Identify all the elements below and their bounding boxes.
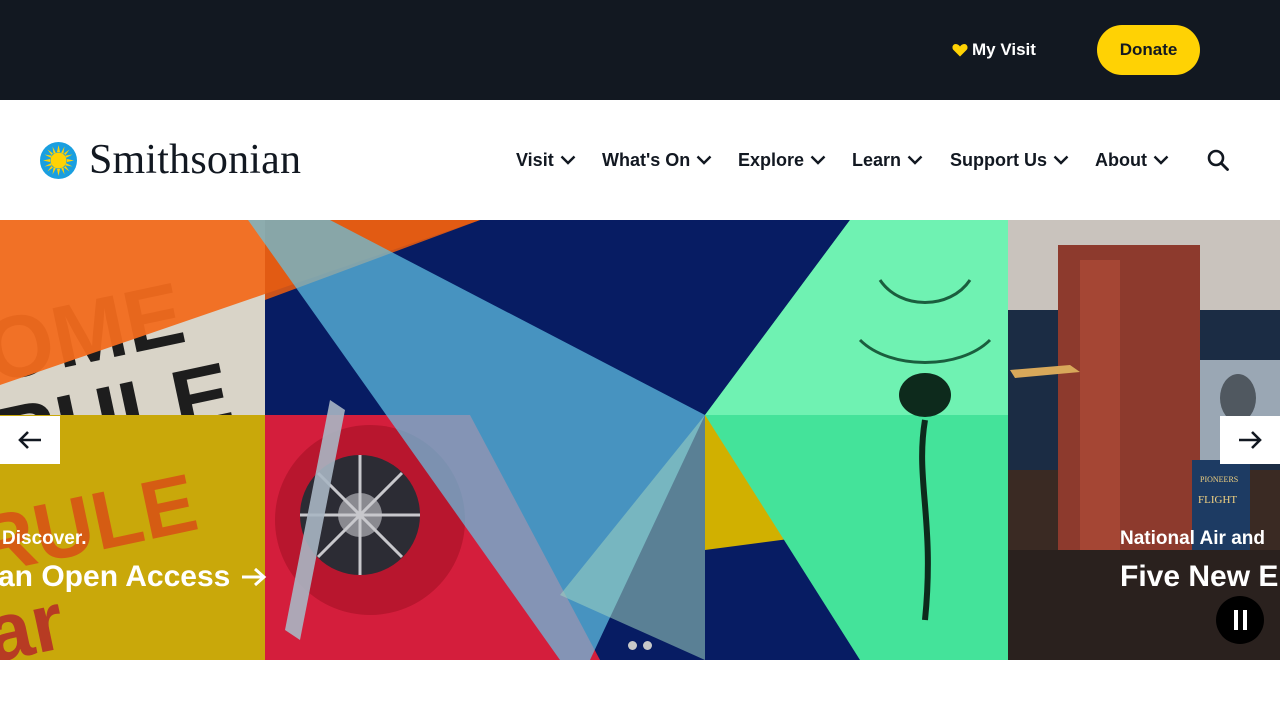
chevron-down-icon <box>1053 155 1069 165</box>
carousel-dot[interactable] <box>643 641 652 650</box>
nav-item-label: What's On <box>602 149 691 170</box>
brand-name: Smithsonian <box>89 137 302 183</box>
carousel-prev-button[interactable] <box>0 416 60 464</box>
pause-icon-bar <box>1242 610 1247 630</box>
carousel-pause-button[interactable] <box>1216 596 1264 644</box>
svg-text:FLIGHT: FLIGHT <box>1198 494 1237 506</box>
slide-kicker: National Air and <box>1120 528 1265 549</box>
slide-kicker: Discover. <box>2 528 87 549</box>
hero-slide-image: OME RULE RULE ar <box>0 220 1280 660</box>
nav-item-label: Visit <box>516 149 554 170</box>
nav-item-about[interactable]: About <box>1095 147 1169 173</box>
nav-item-label: About <box>1095 149 1147 170</box>
nav-item-label: Learn <box>852 149 902 170</box>
chevron-down-icon <box>696 155 712 165</box>
nav-item-label: Explore <box>738 149 805 170</box>
my-visit-label: My Visit <box>972 40 1036 59</box>
chevron-down-icon <box>810 155 826 165</box>
carousel-dot[interactable] <box>628 641 637 650</box>
my-visit-link[interactable]: My Visit <box>952 38 1036 62</box>
slide-title-link[interactable]: an Open Access <box>0 560 268 594</box>
smithsonian-logo[interactable]: Smithsonian <box>40 139 301 181</box>
arrow-left-icon <box>18 431 41 449</box>
hero-carousel: OME RULE RULE ar <box>0 220 1280 660</box>
donate-button[interactable]: Donate <box>1097 25 1200 75</box>
slide-title: an Open Access <box>0 560 231 593</box>
slide-title-link[interactable]: Five New E <box>1120 560 1278 594</box>
heart-icon <box>952 44 968 57</box>
carousel-next-button[interactable] <box>1220 416 1280 464</box>
chevron-down-icon <box>560 155 576 165</box>
slide-title: Five New E <box>1120 560 1279 593</box>
utility-bar <box>0 0 1280 100</box>
nav-item-support-us[interactable]: Support Us <box>950 147 1069 173</box>
pause-icon <box>1233 610 1238 630</box>
search-icon <box>1207 149 1229 171</box>
carousel-dots <box>628 641 652 650</box>
nav-item-whats-on[interactable]: What's On <box>602 147 712 173</box>
nav-item-label: Support Us <box>950 149 1047 170</box>
chevron-down-icon <box>907 155 923 165</box>
search-button[interactable] <box>1206 148 1230 172</box>
nav-item-explore[interactable]: Explore <box>738 147 826 173</box>
chevron-down-icon <box>1153 155 1169 165</box>
sun-logo-icon <box>40 141 77 179</box>
arrow-right-icon <box>1239 431 1262 449</box>
nav-item-visit[interactable]: Visit <box>516 147 576 173</box>
svg-text:PIONEERS: PIONEERS <box>1200 475 1238 484</box>
nav-item-learn[interactable]: Learn <box>852 147 923 173</box>
arrow-right-icon <box>242 567 267 587</box>
